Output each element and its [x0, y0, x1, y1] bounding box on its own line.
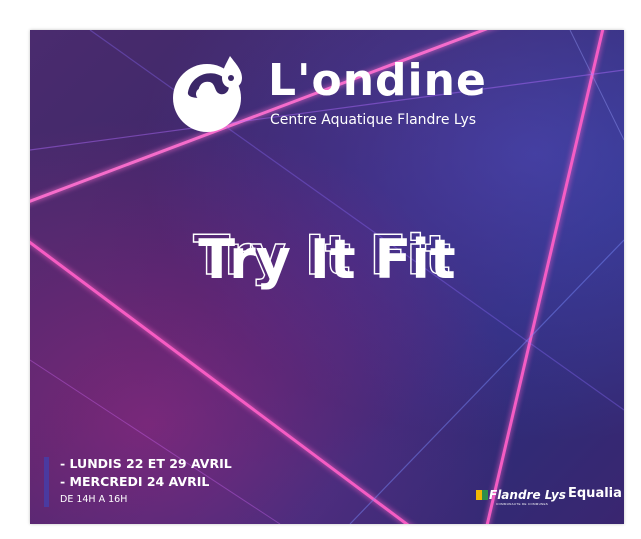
partner-equalia: Equalia [568, 486, 622, 501]
brand-logo: L'ondine Centre Aquatique Flandre Lys [170, 50, 510, 140]
schedule-block: - LUNDIS 22 ET 29 AVRIL - MERCREDI 24 AV… [44, 454, 264, 514]
partner-flandre-lys-name: Flandre Lys [489, 488, 566, 502]
water-drop-swimmer-icon [173, 56, 242, 132]
schedule-hours: DE 14H A 16H [60, 494, 128, 505]
schedule-date-mondays: - LUNDIS 22 ET 29 AVRIL [60, 456, 232, 471]
brand-name: L'ondine [268, 55, 487, 106]
schedule-accent-bar [44, 457, 49, 507]
neon-line-faint-5 [569, 30, 624, 141]
event-title: Try It Fit Try It Fit [193, 223, 456, 291]
partner-flandre-lys: Flandre Lys [476, 488, 566, 502]
partner-flandre-lys-subtitle: COMMUNAUTE DE COMMUNES [496, 502, 549, 506]
partner-logos: Flandre Lys COMMUNAUTE DE COMMUNES Equal… [476, 485, 624, 509]
event-title-block: Try It Fit Try It Fit [30, 223, 624, 308]
brand-subtitle: Centre Aquatique Flandre Lys [270, 112, 477, 128]
event-title-text: Try It Fit [198, 228, 456, 291]
schedule-date-wednesday: - MERCREDI 24 AVRIL [60, 474, 210, 489]
flag-stripes-icon [476, 490, 488, 500]
page-frame: L'ondine Centre Aquatique Flandre Lys Tr… [0, 0, 641, 539]
event-poster: L'ondine Centre Aquatique Flandre Lys Tr… [30, 30, 624, 524]
